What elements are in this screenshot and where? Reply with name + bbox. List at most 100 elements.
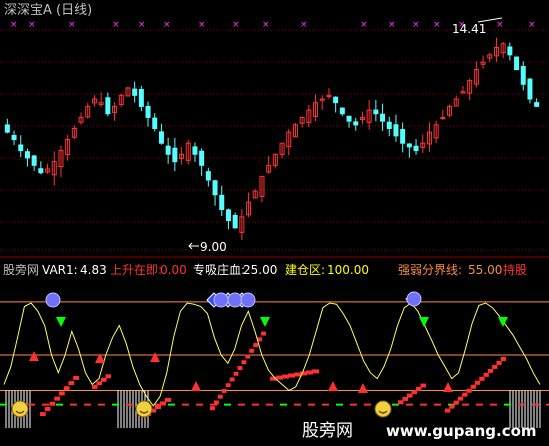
sad-face-icon — [227, 292, 243, 308]
down-triangle-icon — [56, 317, 66, 327]
red-step — [73, 375, 79, 380]
watermark-cn: 股旁网 — [302, 421, 353, 441]
red-step — [483, 372, 489, 377]
red-step — [312, 369, 319, 374]
build-value: 100.00 — [327, 263, 369, 277]
candle-down — [413, 145, 419, 152]
chart-title: 深深宝A (日线) — [4, 3, 92, 18]
candle-down — [406, 143, 412, 148]
x-marker-icon: × — [360, 20, 368, 30]
red-step — [44, 406, 51, 411]
candle-down — [38, 168, 44, 174]
x-marker-icon: × — [138, 20, 146, 30]
red-step — [54, 396, 60, 401]
candle-down — [520, 65, 526, 85]
candle-down — [138, 88, 144, 107]
divide-value: 55.00 — [468, 263, 502, 277]
red-step — [221, 388, 227, 393]
price-grid — [0, 29, 549, 251]
red-step — [420, 383, 426, 388]
smile-face-icon — [135, 400, 153, 418]
red-step — [249, 348, 255, 353]
red-step — [59, 391, 65, 396]
up-triangle-icon — [328, 381, 338, 391]
red-step — [92, 384, 98, 389]
candle-down — [18, 144, 24, 152]
up-triangle-icon — [191, 381, 201, 391]
price-panel: × × × × × × × × × × × × × × × × × 深深宝A (日线) 14.41 9.00 — [0, 3, 549, 254]
red-step — [475, 380, 481, 385]
red-step — [96, 381, 102, 386]
candle-down — [11, 134, 17, 141]
candle-down — [31, 155, 37, 166]
candle-down — [346, 115, 352, 122]
divide-label: 强弱分界线: — [398, 263, 462, 277]
red-step — [496, 360, 502, 365]
candle-down — [152, 117, 158, 129]
candle-down — [192, 146, 198, 155]
x-marker-icon: × — [232, 20, 240, 30]
candle-down — [373, 109, 379, 115]
x-marker-icon: × — [388, 20, 396, 30]
red-step — [276, 375, 283, 380]
red-step — [288, 373, 295, 378]
candle-down — [527, 78, 533, 100]
candle-down — [212, 180, 218, 196]
down-triangle-icon — [419, 317, 429, 327]
candle-down — [333, 96, 339, 104]
red-step — [213, 400, 219, 405]
watermark: 股旁网 www.gupang.com — [302, 421, 537, 441]
red-step — [105, 374, 111, 379]
x-marker-icon: × — [112, 20, 120, 30]
x-marker-icon: × — [163, 20, 171, 30]
red-step — [233, 371, 239, 376]
x-marker-icon: × — [433, 20, 441, 30]
sad-face-icon — [406, 291, 422, 307]
candle-down — [339, 107, 345, 115]
candlestick-series — [4, 37, 540, 241]
candle-down — [393, 124, 399, 137]
stock-chart-canvas: × × × × × × × × × × × × × × × × × 深深宝A (日线) 14.41 9.00 股… — [0, 3, 549, 441]
indicator-bar: 股旁网 VAR1: 4.83 上升在即: 0.00 专吸庄血: 25.00 建仓… — [3, 262, 527, 277]
high-price-label: 14.41 — [452, 22, 486, 36]
watermark-url: www.gupang.com — [386, 422, 537, 440]
up-triangle-icon — [150, 352, 160, 362]
red-step — [101, 377, 107, 382]
red-step — [466, 388, 472, 393]
rise-label: 上升在即: — [110, 263, 162, 277]
red-step — [245, 354, 251, 359]
candle-down — [534, 102, 540, 107]
low-price-label: 9.00 — [200, 240, 227, 254]
red-step — [225, 383, 231, 388]
sad-face-icon — [240, 292, 256, 308]
red-step — [210, 406, 215, 411]
red-step — [63, 386, 70, 391]
candle-down — [400, 129, 406, 144]
red-step — [160, 401, 166, 406]
candle-down — [380, 113, 386, 122]
candle-down — [172, 147, 178, 163]
candle-down — [165, 145, 171, 155]
x-marker-icon: × — [262, 20, 270, 30]
candle-down — [507, 46, 513, 56]
red-step — [49, 401, 56, 406]
candle-down — [105, 97, 111, 115]
smile-face-icon — [11, 400, 29, 418]
sad-face-icon — [213, 292, 229, 308]
rise-value: 0.00 — [160, 263, 187, 277]
candle-down — [232, 214, 238, 229]
var1-value: 4.83 — [80, 263, 107, 277]
red-step — [306, 370, 313, 375]
red-step — [155, 405, 161, 409]
red-step — [165, 397, 171, 402]
red-step — [449, 404, 455, 409]
red-step — [479, 376, 485, 381]
red-step — [253, 343, 259, 348]
red-step — [40, 412, 46, 417]
smile-face-icon — [374, 400, 392, 418]
red-step — [282, 374, 289, 379]
x-marker-icon: × — [300, 20, 308, 30]
x-marker-icon: × — [412, 20, 420, 30]
candle-down — [219, 194, 225, 210]
red-step — [445, 408, 451, 413]
